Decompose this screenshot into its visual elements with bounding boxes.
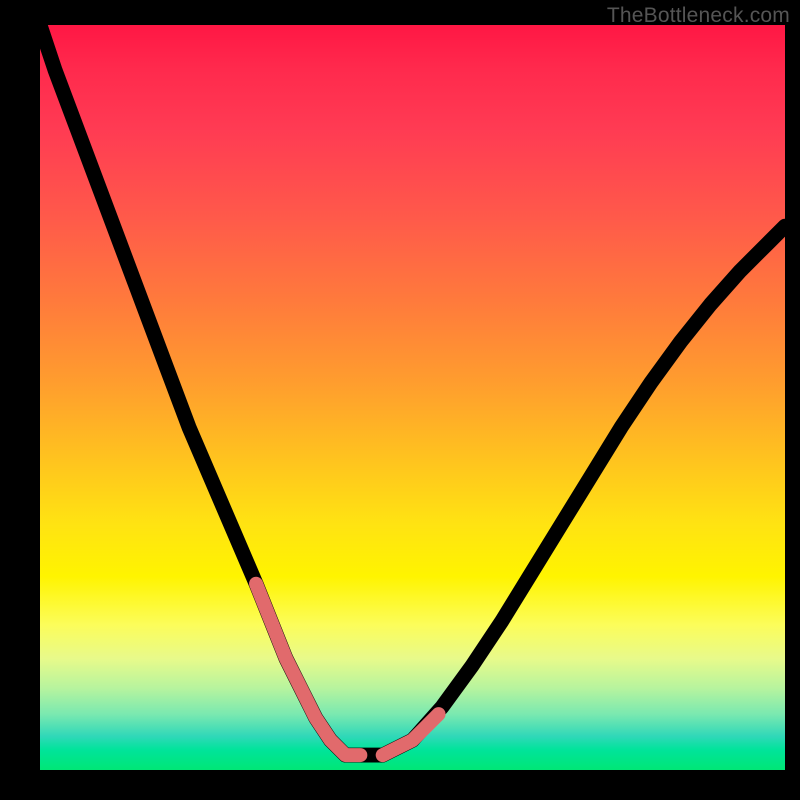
curve-svg (40, 25, 785, 770)
chart-frame: TheBottleneck.com (0, 0, 800, 800)
highlight-ascending (383, 714, 439, 755)
bottleneck-curve (40, 25, 785, 755)
highlight-descending (256, 584, 360, 755)
plot-area (40, 25, 785, 770)
